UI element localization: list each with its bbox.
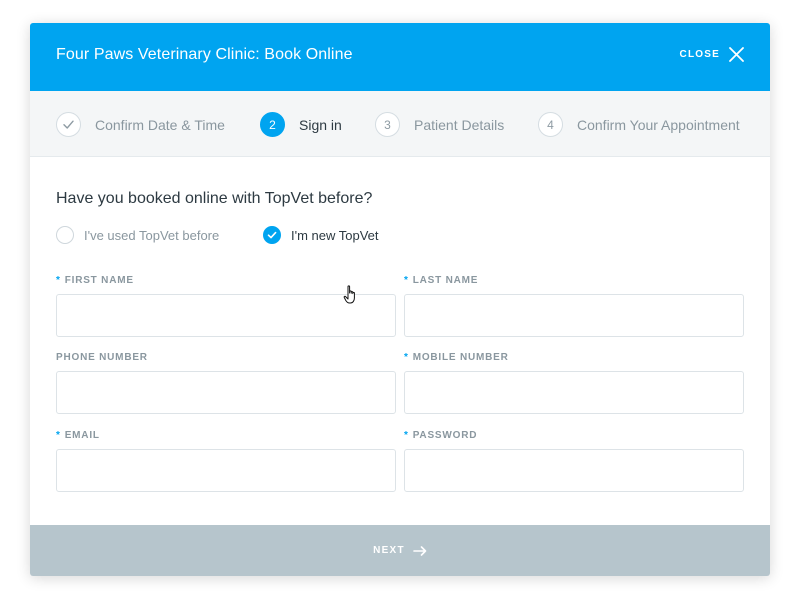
- mobile-number-label: * MOBILE NUMBER: [404, 352, 509, 363]
- required-marker: *: [404, 352, 409, 363]
- radio-used-before[interactable]: I've used TopVet before: [56, 226, 219, 244]
- step-progress: Confirm Date & Time 2 Sign in 3 Patient …: [30, 91, 770, 157]
- step-label: Confirm Your Appointment: [577, 116, 740, 133]
- step-sign-in[interactable]: 2 Sign in: [260, 112, 342, 137]
- password-label: * PASSWORD: [404, 430, 478, 441]
- email-input[interactable]: [56, 449, 396, 492]
- radio-label: I'm new TopVet: [291, 227, 379, 243]
- radio-button[interactable]: [56, 226, 74, 244]
- step-number: 4: [538, 112, 563, 137]
- step-label: Sign in: [299, 116, 342, 133]
- step-label: Confirm Date & Time: [95, 116, 225, 133]
- radio-new-user[interactable]: I'm new TopVet: [263, 226, 379, 244]
- radio-button-checked[interactable]: [263, 226, 281, 244]
- required-marker: *: [404, 430, 409, 441]
- arrow-right-icon: [413, 545, 427, 556]
- step-number: 2: [260, 112, 285, 137]
- email-label: * EMAIL: [56, 430, 100, 441]
- check-icon: [267, 231, 277, 239]
- last-name-label: * LAST NAME: [404, 275, 479, 286]
- phone-number-input[interactable]: [56, 371, 396, 414]
- last-name-input[interactable]: [404, 294, 744, 337]
- required-marker: *: [56, 430, 61, 441]
- phone-number-label: PHONE NUMBER: [56, 352, 148, 363]
- next-button[interactable]: NEXT: [30, 525, 770, 576]
- step-confirm-date-time[interactable]: Confirm Date & Time: [56, 112, 225, 137]
- booking-modal: Four Paws Veterinary Clinic: Book Online…: [30, 23, 770, 576]
- check-icon: [63, 120, 74, 129]
- booking-question: Have you booked online with TopVet befor…: [56, 190, 373, 207]
- step-circle: [56, 112, 81, 137]
- step-patient-details[interactable]: 3 Patient Details: [375, 112, 504, 137]
- mobile-number-input[interactable]: [404, 371, 744, 414]
- close-button[interactable]: CLOSE: [680, 47, 744, 62]
- step-confirm-appointment[interactable]: 4 Confirm Your Appointment: [538, 112, 740, 137]
- modal-header: Four Paws Veterinary Clinic: Book Online…: [30, 23, 770, 91]
- hand-pointer-cursor-icon: [343, 285, 355, 304]
- step-number: 3: [375, 112, 400, 137]
- required-marker: *: [56, 275, 61, 286]
- password-input[interactable]: [404, 449, 744, 492]
- required-marker: *: [404, 275, 409, 286]
- step-label: Patient Details: [414, 116, 505, 133]
- close-icon: [729, 47, 744, 62]
- close-label: CLOSE: [679, 49, 720, 60]
- radio-label: I've used TopVet before: [84, 227, 220, 243]
- next-label: NEXT: [373, 545, 405, 556]
- first-name-label: * FIRST NAME: [56, 275, 134, 286]
- modal-title: Four Paws Veterinary Clinic: Book Online: [56, 46, 353, 63]
